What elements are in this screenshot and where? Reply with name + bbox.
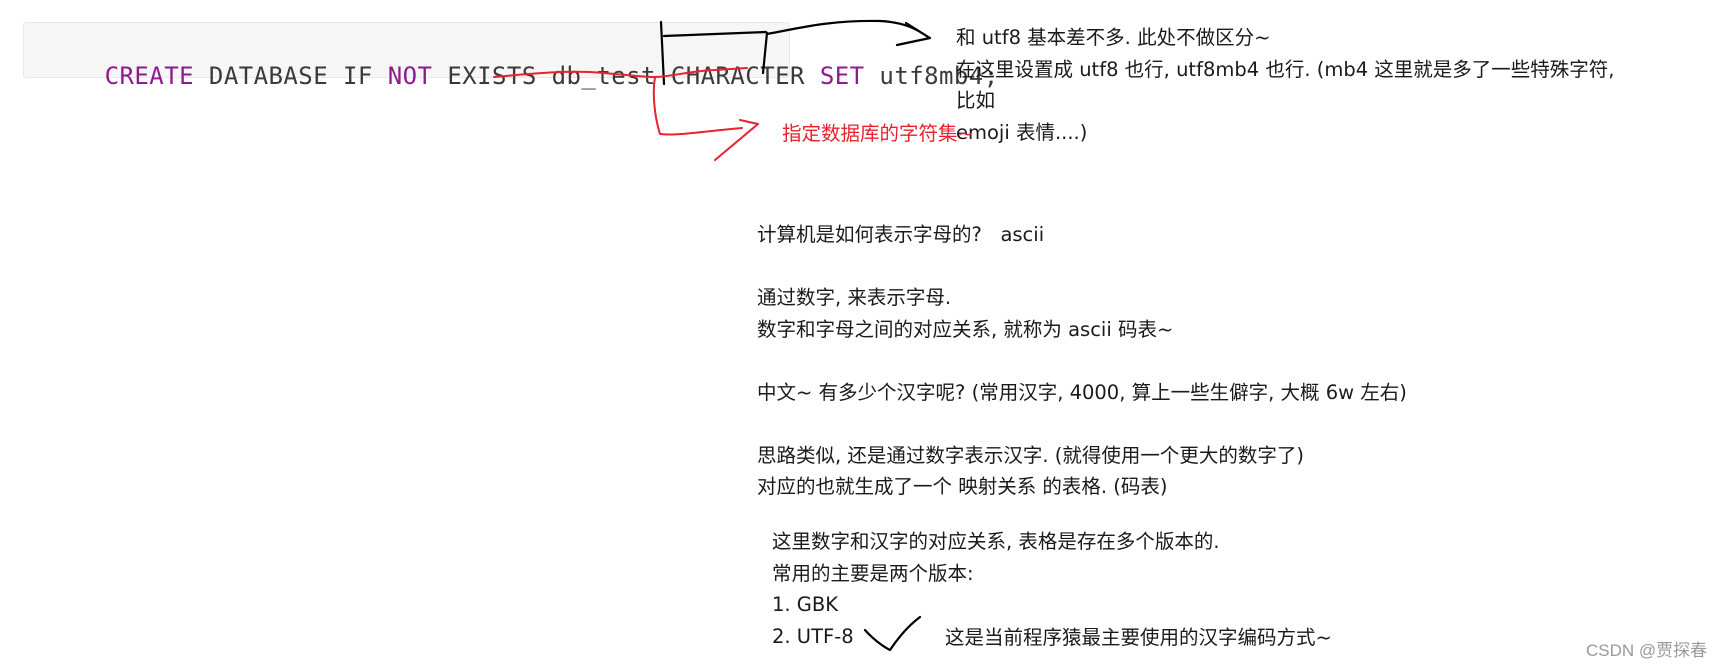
utf8-description: 这是当前程序猿最主要使用的汉字编码方式~: [945, 626, 1332, 649]
text-line: 这里数字和汉字的对应关系, 表格是存在多个版本的.: [772, 530, 1220, 553]
watermark: CSDN @贾探春: [1586, 641, 1708, 660]
note-line: emoji 表情....): [956, 120, 1088, 144]
text-line: 对应的也就生成了一个 映射关系 的表格. (码表): [757, 475, 1168, 498]
sql-text: EXISTS db_test CHARACTER: [432, 62, 820, 90]
note-line: 在这里设置成 utf8 也行, utf8mb4 也行. (mb4 这里就是多了一…: [956, 57, 1615, 113]
text-line: 通过数字, 来表示字母.: [757, 286, 952, 309]
text-line: 中文~ 有多少个汉字呢? (常用汉字, 4000, 算上一些生僻字, 大概 6w…: [757, 380, 1407, 404]
text-line: 计算机是如何表示字母的? ascii: [757, 223, 1045, 246]
list-item-gbk: 1. GBK: [772, 593, 839, 616]
sql-keyword-not: NOT: [387, 62, 433, 90]
sql-keyword-create: CREATE: [104, 62, 195, 90]
main-explanation: 计算机是如何表示字母的? ascii 通过数字, 来表示字母. 数字和字母之间的…: [757, 219, 1407, 503]
sql-keyword-set: SET: [819, 62, 865, 90]
text-line: 常用的主要是两个版本:: [772, 561, 974, 585]
note-line: 和 utf8 基本差不多. 此处不做区分~: [956, 26, 1271, 49]
sql-text: DATABASE IF: [194, 62, 388, 90]
charset-red-annotation: 指定数据库的字符集~: [782, 122, 974, 145]
text-line: 数字和字母之间的对应关系, 就称为 ascii 码表~: [757, 317, 1174, 341]
code-block: CREATE DATABASE IF NOT EXISTS db_test CH…: [23, 22, 998, 89]
text-line: 思路类似, 还是通过数字表示汉字. (就得使用一个更大的数字了): [757, 443, 1305, 467]
charset-explanation-note: 和 utf8 基本差不多. 此处不做区分~ 在这里设置成 utf8 也行, ut…: [956, 22, 1636, 148]
sql-statement: CREATE DATABASE IF NOT EXISTS db_test CH…: [45, 37, 999, 115]
